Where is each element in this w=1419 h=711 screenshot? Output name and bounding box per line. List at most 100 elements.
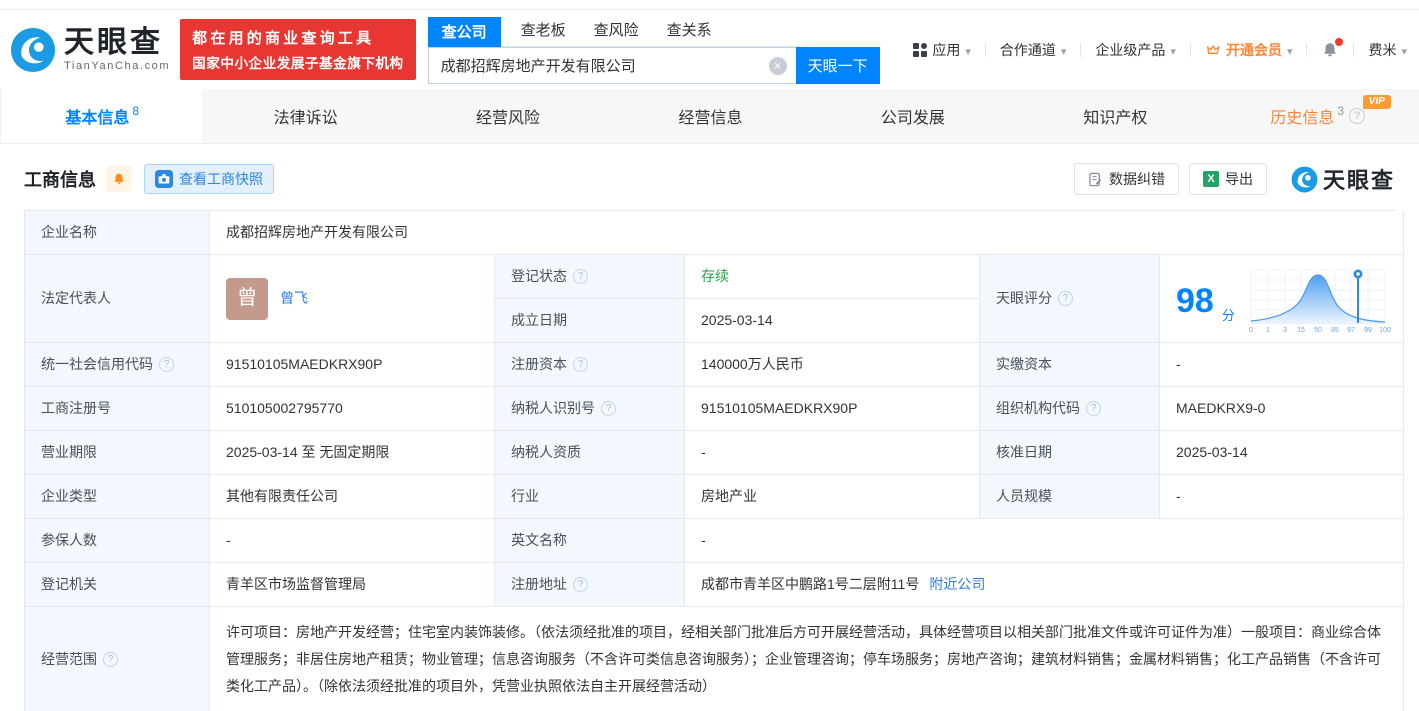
help-icon[interactable] [573, 577, 588, 592]
search-tabs: 查公司 查老板 查风险 查关系 [427, 15, 800, 47]
slogan-line1: 都在用的商业查询工具 [192, 30, 375, 47]
tab-risk-label: 经营风险 [476, 110, 541, 127]
help-icon[interactable] [573, 269, 588, 284]
subscribe-bell-icon[interactable] [106, 166, 132, 192]
tab-operating-risk[interactable]: 经营风险 [407, 89, 609, 143]
tab-development-label: 公司发展 [880, 110, 945, 127]
field-label-company-type: 企业类型 [25, 475, 210, 519]
svg-text:1: 1 [1266, 327, 1270, 334]
field-value-reg-address: 成都市青羊区中鹏路1号二层附11号 附近公司 [685, 563, 1404, 607]
search-input[interactable] [428, 48, 796, 83]
section-actions: 数据纠错 导出 天眼查 [1073, 163, 1395, 195]
field-label-insured-count: 参保人数 [25, 519, 210, 563]
field-label-reg-capital: 注册资本 [495, 343, 685, 387]
field-label-paid-capital: 实缴资本 [980, 343, 1160, 387]
search-tab-risk[interactable]: 查风险 [594, 15, 639, 46]
field-label-score: 天眼评分 [980, 255, 1160, 343]
chevron-down-icon [1287, 42, 1293, 58]
field-value-taxpayer-id: 91510105MAEDKRX90P [685, 387, 980, 431]
field-label-org-code: 组织机构代码 [980, 387, 1160, 431]
nav-apps[interactable]: 应用 [913, 40, 971, 60]
field-label-uscc: 统一社会信用代码 [25, 343, 210, 387]
tab-operating-info[interactable]: 经营信息 [609, 89, 811, 143]
field-label-establish-date: 成立日期 [495, 299, 685, 343]
svg-text:0: 0 [1249, 327, 1253, 334]
nav-open-vip[interactable]: 开通会员 [1205, 40, 1293, 60]
tab-legal-proceedings[interactable]: 法律诉讼 [204, 89, 406, 143]
help-icon[interactable] [1086, 401, 1101, 416]
nav-enterprise-products[interactable]: 企业级产品 [1095, 40, 1176, 60]
help-icon[interactable] [573, 357, 588, 372]
help-icon[interactable] [601, 401, 616, 416]
nav-partner-channel[interactable]: 合作通道 [1000, 40, 1067, 60]
search-tab-boss[interactable]: 查老板 [521, 15, 566, 46]
tab-basic-info[interactable]: 基本信息 8 [0, 89, 205, 143]
field-label-business-term: 营业期限 [25, 431, 210, 475]
help-icon[interactable] [1058, 291, 1073, 306]
svg-text:97: 97 [1347, 327, 1355, 334]
snapshot-button-label: 查看工商快照 [179, 171, 263, 187]
crown-icon [1206, 44, 1220, 54]
field-value-business-term: 2025-03-14 至 无固定期限 [210, 431, 495, 475]
legal-rep-avatar[interactable]: 曾 [226, 277, 268, 320]
field-value-org-code: MAEDKRX9-0 [1160, 387, 1404, 431]
search-tab-relation[interactable]: 查关系 [667, 15, 712, 46]
field-value-reg-status: 存续 [685, 255, 980, 299]
field-label-english-name: 英文名称 [495, 519, 685, 563]
chevron-down-icon [1170, 42, 1176, 58]
score-value: 98 [1176, 281, 1214, 320]
snapshot-button[interactable]: 查看工商快照 [144, 164, 274, 194]
data-correction-button[interactable]: 数据纠错 [1073, 163, 1179, 195]
nav-divider [1306, 42, 1308, 57]
watermark-logo: 天眼查 [1291, 163, 1395, 195]
nav-user-label: 费米 [1368, 41, 1397, 58]
score-unit: 分 [1221, 308, 1235, 323]
camera-icon [155, 170, 173, 188]
svg-text:3: 3 [1283, 327, 1287, 334]
tab-ip-label: 知识产权 [1083, 110, 1148, 127]
field-value-taxpayer-quality: - [685, 431, 980, 475]
tab-company-development[interactable]: 公司发展 [812, 89, 1014, 143]
section-header: 工商信息 查看工商快照 数据纠错 导出 [0, 144, 1419, 210]
field-label-industry: 行业 [495, 475, 685, 519]
field-value-business-scope: 许可项目：房地产开发经营；住宅室内装饰装修。（依法须经批准的项目，经相关部门批准… [210, 607, 1404, 711]
watermark-logo-icon [1291, 166, 1318, 192]
field-value-uscc: 91510105MAEDKRX90P [210, 343, 495, 387]
field-value-legal-rep: 曾 曾飞 [210, 255, 495, 343]
field-label-legal-rep: 法定代表人 [25, 255, 210, 343]
clear-search-icon[interactable] [768, 56, 787, 75]
field-value-establish-date: 2025-03-14 [685, 299, 980, 343]
help-icon[interactable] [159, 357, 174, 372]
chevron-down-icon [1401, 42, 1407, 58]
tab-legal-label: 法律诉讼 [273, 110, 338, 127]
nav-enterprise-label: 企业级产品 [1095, 41, 1166, 58]
svg-text:85: 85 [1331, 327, 1339, 334]
tianyancha-logo[interactable]: 天眼查 TianYanCha.com [10, 27, 170, 73]
notifications-bell-icon[interactable] [1321, 37, 1344, 59]
nearby-companies-link[interactable]: 附近公司 [929, 574, 985, 595]
help-icon[interactable] [103, 652, 118, 667]
tab-basic-info-label: 基本信息 [65, 110, 130, 127]
nav-apps-label: 应用 [932, 41, 961, 58]
field-value-approval-date: 2025-03-14 [1160, 431, 1404, 475]
search-tab-company[interactable]: 查公司 [427, 17, 501, 47]
field-label-company-name: 企业名称 [25, 211, 210, 255]
chevron-down-icon [965, 42, 971, 58]
nav-vip-label: 开通会员 [1225, 41, 1282, 58]
tab-history-info[interactable]: VIP 历史信息 3 [1217, 89, 1419, 143]
export-button[interactable]: 导出 [1188, 163, 1267, 195]
nav-divider [1353, 42, 1355, 57]
tab-intellectual-property[interactable]: 知识产权 [1014, 89, 1216, 143]
nav-divider [1080, 42, 1082, 57]
legal-rep-link[interactable]: 曾飞 [280, 288, 308, 309]
help-icon[interactable] [1349, 108, 1366, 124]
field-label-staff-size: 人员规模 [980, 475, 1160, 519]
search-button[interactable]: 天眼一下 [795, 47, 880, 84]
field-value-english-name: - [685, 519, 1404, 563]
field-label-reg-number: 工商注册号 [25, 387, 210, 431]
field-value-reg-capital: 140000万人民币 [685, 343, 980, 387]
nav-divider [1189, 42, 1191, 57]
nav-user-account[interactable]: 费米 [1368, 40, 1407, 60]
field-label-taxpayer-quality: 纳税人资质 [495, 431, 685, 475]
excel-icon [1202, 171, 1219, 187]
